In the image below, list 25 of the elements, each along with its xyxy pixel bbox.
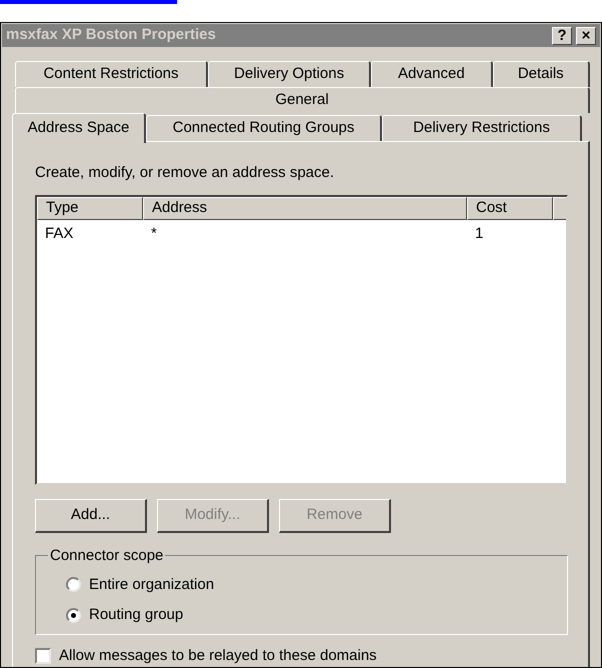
tab[interactable]: Details xyxy=(492,61,590,87)
tab[interactable]: Delivery Restrictions xyxy=(382,115,582,141)
radio-button[interactable] xyxy=(66,608,81,623)
checkbox-label: Allow messages to be relayed to these domains xyxy=(59,646,377,666)
help-button[interactable]: ? xyxy=(552,26,572,44)
description-text: Create, modify, or remove an address space. xyxy=(35,163,336,183)
tab[interactable]: Delivery Options xyxy=(208,61,372,87)
column-header[interactable]: Address xyxy=(143,196,467,220)
radio-label: Entire organization xyxy=(89,574,214,594)
column-header[interactable]: Type xyxy=(37,196,143,220)
tab[interactable]: Address Space xyxy=(12,113,146,143)
checkbox[interactable] xyxy=(35,648,51,664)
column-header[interactable]: Cost xyxy=(467,196,553,220)
table-cell: 1 xyxy=(475,224,484,242)
tab[interactable]: Advanced xyxy=(371,61,492,87)
tab[interactable]: General xyxy=(15,87,590,113)
table-cell: FAX xyxy=(45,224,74,242)
tab[interactable]: Connected Routing Groups xyxy=(146,115,382,141)
radio-button[interactable] xyxy=(66,577,81,592)
close-button[interactable]: × xyxy=(576,26,596,44)
window-title: msxfax XP Boston Properties xyxy=(6,25,216,46)
add-button[interactable]: Add... xyxy=(35,498,147,532)
table-cell: * xyxy=(151,224,157,242)
radio-label: Routing group xyxy=(89,605,184,625)
tab[interactable]: Content Restrictions xyxy=(15,61,208,87)
